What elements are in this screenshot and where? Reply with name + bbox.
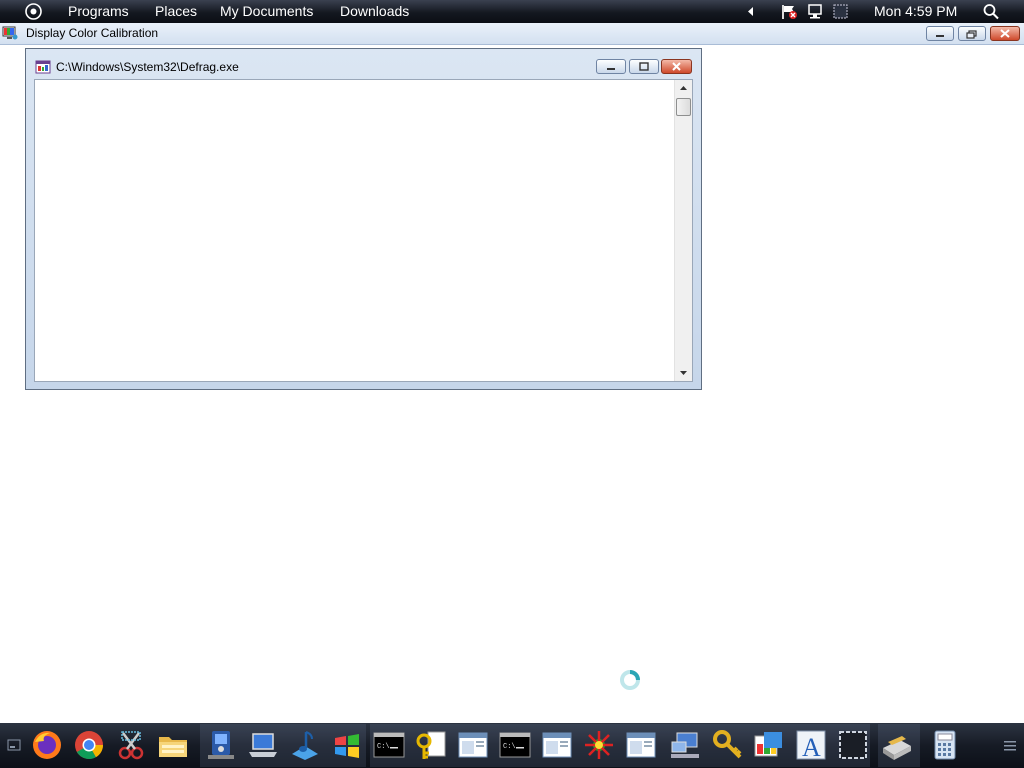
- svg-text:C:\: C:\: [503, 743, 516, 751]
- action-center-flag-icon[interactable]: [780, 3, 798, 20]
- scroll-up-arrow-icon[interactable]: [675, 80, 692, 97]
- svg-text:A: A: [802, 733, 821, 762]
- scroll-down-arrow-icon[interactable]: [675, 364, 692, 381]
- svg-text:C:\: C:\: [377, 743, 390, 751]
- tray-expand-arrow-icon[interactable]: [746, 3, 756, 20]
- close-button[interactable]: [990, 26, 1020, 41]
- show-desktop-icon[interactable]: [6, 737, 22, 753]
- display-calibration-icon: [2, 25, 18, 41]
- clock[interactable]: Mon 4:59 PM: [874, 3, 957, 19]
- file-explorer-icon[interactable]: [156, 728, 190, 762]
- menu-programs[interactable]: Programs: [68, 3, 129, 19]
- firefox-icon[interactable]: [30, 728, 64, 762]
- window-title: C:\Windows\System32\Defrag.exe: [56, 60, 239, 74]
- screen-capture-icon[interactable]: [836, 728, 870, 762]
- music-icon[interactable]: [288, 728, 322, 762]
- computer-network-icon[interactable]: [668, 728, 702, 762]
- start-menu-icon[interactable]: [24, 2, 43, 21]
- scroll-thumb[interactable]: [676, 98, 691, 116]
- app-title: Display Color Calibration: [26, 26, 159, 40]
- menu-places[interactable]: Places: [155, 3, 197, 19]
- media-app-icon[interactable]: [204, 728, 238, 762]
- vertical-scrollbar[interactable]: [674, 80, 692, 381]
- color-management-icon[interactable]: [752, 728, 786, 762]
- key-settings-icon[interactable]: [414, 728, 448, 762]
- windows-flag-icon[interactable]: [330, 728, 364, 762]
- window-app-icon[interactable]: [540, 728, 574, 762]
- font-icon[interactable]: A: [794, 728, 828, 762]
- menu-my-documents[interactable]: My Documents: [220, 3, 313, 19]
- calculator-icon[interactable]: [928, 728, 962, 762]
- window-maximize-button[interactable]: [629, 59, 659, 74]
- snipping-tool-icon[interactable]: [114, 728, 148, 762]
- window-close-button[interactable]: [661, 59, 692, 74]
- window-minimize-button[interactable]: [596, 59, 626, 74]
- busy-cursor-icon: [618, 668, 642, 692]
- window-app-icon[interactable]: [456, 728, 490, 762]
- chrome-icon[interactable]: [72, 728, 106, 762]
- network-tool-icon[interactable]: [582, 728, 616, 762]
- display-icon[interactable]: [832, 3, 849, 20]
- window-content-area[interactable]: [34, 79, 693, 382]
- search-icon[interactable]: [982, 3, 1000, 20]
- top-panel: Programs Places My Documents Downloads M…: [0, 0, 1024, 23]
- app-titlebar: Display Color Calibration: [0, 23, 1024, 45]
- console-icon: [35, 59, 51, 75]
- key-icon[interactable]: [710, 728, 744, 762]
- command-prompt-icon[interactable]: C:\: [498, 728, 532, 762]
- dock-menu-icon[interactable]: [1002, 737, 1018, 753]
- scanner-icon[interactable]: [880, 728, 914, 762]
- minimize-button[interactable]: [926, 26, 954, 41]
- command-prompt-icon[interactable]: C:\: [372, 728, 406, 762]
- window-app-icon[interactable]: [624, 728, 658, 762]
- network-icon[interactable]: [806, 3, 824, 20]
- dock: C:\ C:\ A: [0, 723, 1024, 768]
- laptop-icon[interactable]: [246, 728, 280, 762]
- menu-downloads[interactable]: Downloads: [340, 3, 409, 19]
- restore-button[interactable]: [958, 26, 986, 41]
- defrag-window[interactable]: C:\Windows\System32\Defrag.exe: [25, 48, 702, 390]
